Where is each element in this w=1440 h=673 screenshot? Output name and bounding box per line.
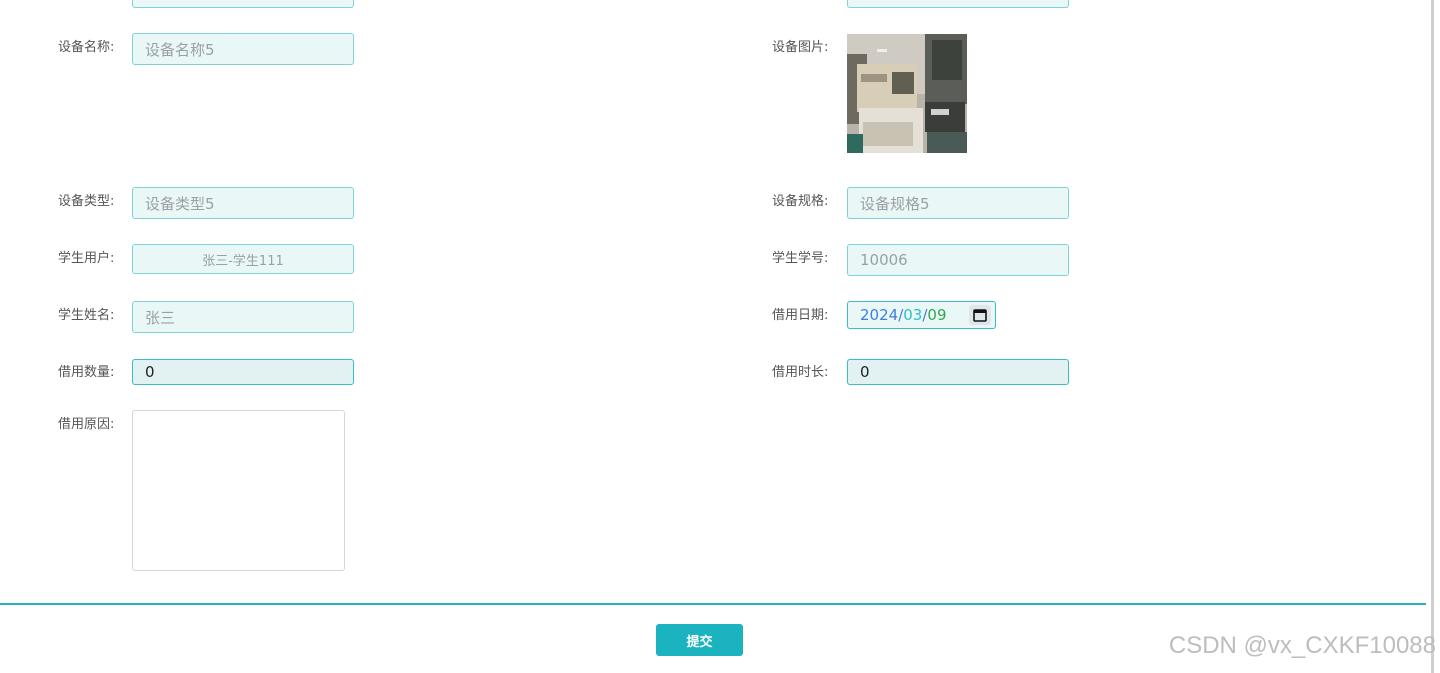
prev-field-left[interactable]: [132, 0, 354, 8]
device-name-label: 设备名称:: [58, 40, 115, 55]
borrow-date-input[interactable]: 2024/03/09: [847, 301, 996, 329]
watermark: CSDN @vx_CXKF10088: [1168, 632, 1436, 659]
date-day: 09: [927, 306, 947, 324]
borrow-date-label: 借用日期:: [772, 308, 829, 323]
device-image[interactable]: [847, 34, 967, 153]
prev-field-right[interactable]: [847, 0, 1069, 8]
device-image-label: 设备图片:: [772, 40, 829, 55]
calendar-icon[interactable]: [969, 305, 991, 325]
student-user-select[interactable]: 张三-学生111: [132, 244, 354, 274]
device-type-label: 设备类型:: [58, 194, 115, 209]
borrow-qty-input[interactable]: 0: [132, 359, 354, 385]
form-divider: [0, 603, 1426, 605]
date-year: 2024: [860, 306, 899, 324]
student-user-label: 学生用户:: [58, 251, 115, 266]
student-no-input[interactable]: 10006: [847, 244, 1069, 276]
device-spec-label: 设备规格:: [772, 194, 829, 209]
borrow-qty-label: 借用数量:: [58, 365, 115, 380]
borrow-reason-label: 借用原因:: [58, 417, 115, 432]
borrow-reason-textarea[interactable]: [132, 410, 345, 571]
scrollbar[interactable]: [1431, 0, 1434, 673]
borrow-duration-input[interactable]: 0: [847, 359, 1069, 385]
borrow-form-page: 设备名称: 设备名称5 设备图片: 设备类型: 设备类型5 设备规格: 设备规格…: [0, 0, 1440, 673]
device-spec-input[interactable]: 设备规格5: [847, 187, 1069, 219]
device-name-input[interactable]: 设备名称5: [132, 33, 354, 65]
student-name-input[interactable]: 张三: [132, 301, 354, 333]
student-no-label: 学生学号:: [772, 251, 829, 266]
submit-button[interactable]: 提交: [656, 624, 743, 656]
device-type-input[interactable]: 设备类型5: [132, 187, 354, 219]
date-month: 03: [903, 306, 923, 324]
student-name-label: 学生姓名:: [58, 308, 115, 323]
borrow-duration-label: 借用时长:: [772, 365, 829, 380]
